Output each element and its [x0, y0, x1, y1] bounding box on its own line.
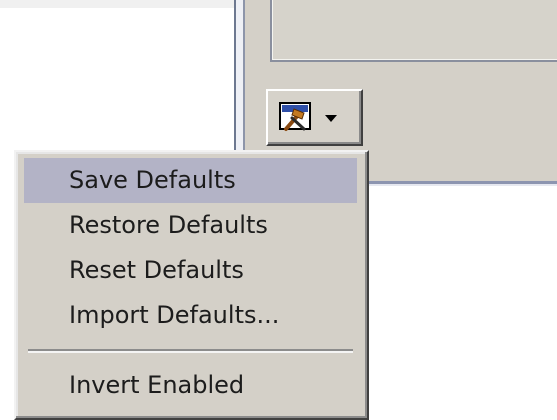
inner-frame: [270, 0, 557, 62]
hammer-wrench-icon: [279, 102, 311, 131]
menu-item-save-defaults[interactable]: Save Defaults: [24, 158, 357, 203]
menu-item-import-defaults[interactable]: Import Defaults...: [24, 293, 357, 338]
menu-item-reset-defaults[interactable]: Reset Defaults: [24, 248, 357, 293]
menu-item-restore-defaults[interactable]: Restore Defaults: [24, 203, 357, 248]
tools-dropdown-button[interactable]: [266, 89, 363, 146]
defaults-context-menu: Save Defaults Restore Defaults Reset Def…: [14, 150, 369, 420]
menu-separator: [28, 349, 353, 353]
menu-item-invert-enabled[interactable]: Invert Enabled: [24, 363, 357, 408]
chevron-down-icon: [325, 115, 337, 122]
